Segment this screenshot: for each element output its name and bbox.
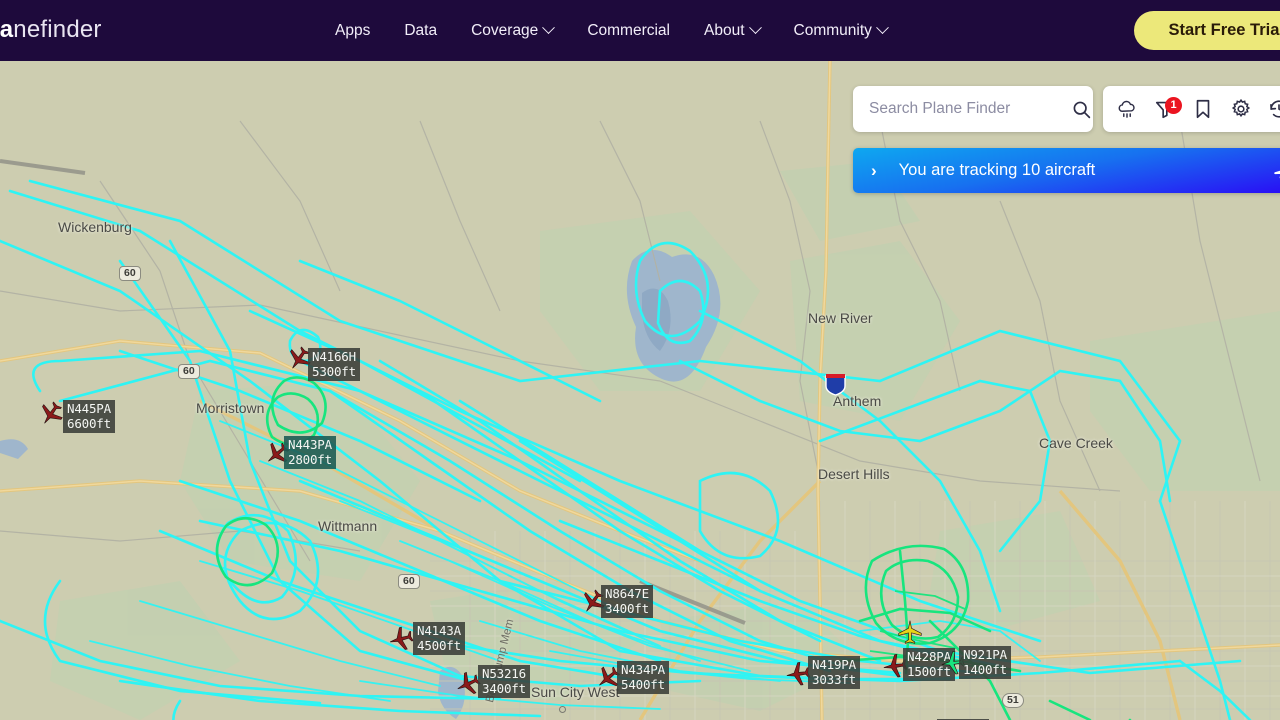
start-free-trial-button[interactable]: Start Free Trial (1134, 11, 1280, 50)
aircraft-label-N53216[interactable]: N53216 3400ft (478, 665, 530, 698)
weather-icon[interactable] (1111, 93, 1143, 125)
route-shield-51: 51 (1002, 693, 1024, 708)
aircraft-label-N4166H[interactable]: N4166H 5300ft (308, 348, 360, 381)
chevron-down-icon (542, 21, 556, 35)
nav-item-label: Data (404, 21, 438, 39)
aircraft-registration: N443PA (288, 437, 332, 452)
aircraft-registration: N8647E (605, 586, 649, 601)
nav-item-apps[interactable]: Apps (318, 0, 387, 61)
aircraft-marker-N4143A[interactable] (388, 626, 414, 652)
aircraft-altitude: 2800ft (288, 452, 332, 467)
chevron-down-icon (748, 21, 762, 35)
aircraft-label-N8647E[interactable]: N8647E 3400ft (601, 585, 653, 618)
aircraft-altitude: 3033ft (812, 672, 856, 687)
search-container[interactable] (853, 86, 1093, 132)
aircraft-altitude: 5300ft (312, 364, 356, 379)
chevron-down-icon (876, 21, 889, 35)
aircraft-label-N443PA[interactable]: N443PA 2800ft (284, 436, 336, 469)
expand-chevron-icon[interactable]: › (871, 161, 877, 181)
search-input[interactable] (869, 100, 1069, 118)
aircraft-altitude: 3400ft (482, 681, 526, 696)
nav-item-label: Commercial (587, 21, 670, 39)
filter-badge: 1 (1165, 97, 1182, 114)
aircraft-registration: N445PA (67, 401, 111, 416)
aircraft-registration: N4143A (417, 623, 461, 638)
aircraft-altitude: 5400ft (621, 677, 665, 692)
aircraft-label-N445PA[interactable]: N445PA 6600ft (63, 400, 115, 433)
aircraft-marker-yellow[interactable] (897, 619, 923, 645)
interstate-shield-icon (824, 372, 847, 396)
nav-item-label: About (704, 21, 745, 39)
map-toolbar[interactable]: 1 (1103, 86, 1280, 132)
gear-icon[interactable] (1225, 93, 1257, 125)
tracking-banner[interactable]: › You are tracking 10 aircraft (853, 148, 1280, 193)
aircraft-marker-N445PA[interactable] (38, 401, 64, 427)
search-icon[interactable] (1069, 97, 1093, 121)
route-shield-60: 60 (398, 574, 420, 589)
aircraft-label-N921PA[interactable]: N921PA 1400ft (959, 646, 1011, 679)
aircraft-label-N434PA[interactable]: N434PA 5400ft (617, 661, 669, 694)
aircraft-altitude: 6600ft (67, 416, 111, 431)
aircraft-altitude: 4500ft (417, 638, 461, 653)
tracking-banner-text: You are tracking 10 aircraft (898, 161, 1096, 179)
nav-item-label: Coverage (471, 21, 539, 39)
map-place-dot (559, 706, 566, 713)
logo-bold-part: pla (0, 16, 14, 43)
aircraft-registration: N4166H (312, 349, 356, 364)
aircraft-altitude: 3400ft (605, 601, 649, 616)
aircraft-altitude: 1400ft (963, 662, 1007, 677)
route-shield-60: 60 (178, 364, 200, 379)
aircraft-label-N4143A[interactable]: N4143A 4500ft (413, 622, 465, 655)
aircraft-registration: N921PA (963, 647, 1007, 662)
nav-item-about[interactable]: About (687, 0, 777, 61)
top-navigation-bar: planefinder Apps Data Coverage Commercial Ab… (0, 0, 1280, 61)
nav-item-label: Apps (335, 21, 371, 39)
history-icon[interactable] (1263, 93, 1280, 125)
nav-item-label: Community (793, 21, 872, 39)
banner-plane-icon (1273, 158, 1280, 184)
aircraft-registration: N53216 (482, 666, 526, 681)
bookmark-icon[interactable] (1187, 93, 1219, 125)
nav-item-coverage[interactable]: Coverage (454, 0, 570, 61)
logo-light-part: nefinder (13, 16, 102, 43)
planefinder-logo[interactable]: planefinder (0, 16, 102, 44)
nav-item-commercial[interactable]: Commercial (570, 0, 687, 61)
aircraft-registration: N419PA (812, 657, 856, 672)
nav-item-community[interactable]: Community (777, 0, 904, 61)
filter-icon[interactable]: 1 (1149, 93, 1182, 125)
nav-links: Apps Data Coverage Commercial About Community (318, 0, 904, 61)
aircraft-registration: N434PA (621, 662, 665, 677)
nav-item-data[interactable]: Data (387, 0, 454, 61)
aircraft-label-N419PA[interactable]: N419PA 3033ft (808, 656, 860, 689)
route-shield-60: 60 (119, 266, 141, 281)
